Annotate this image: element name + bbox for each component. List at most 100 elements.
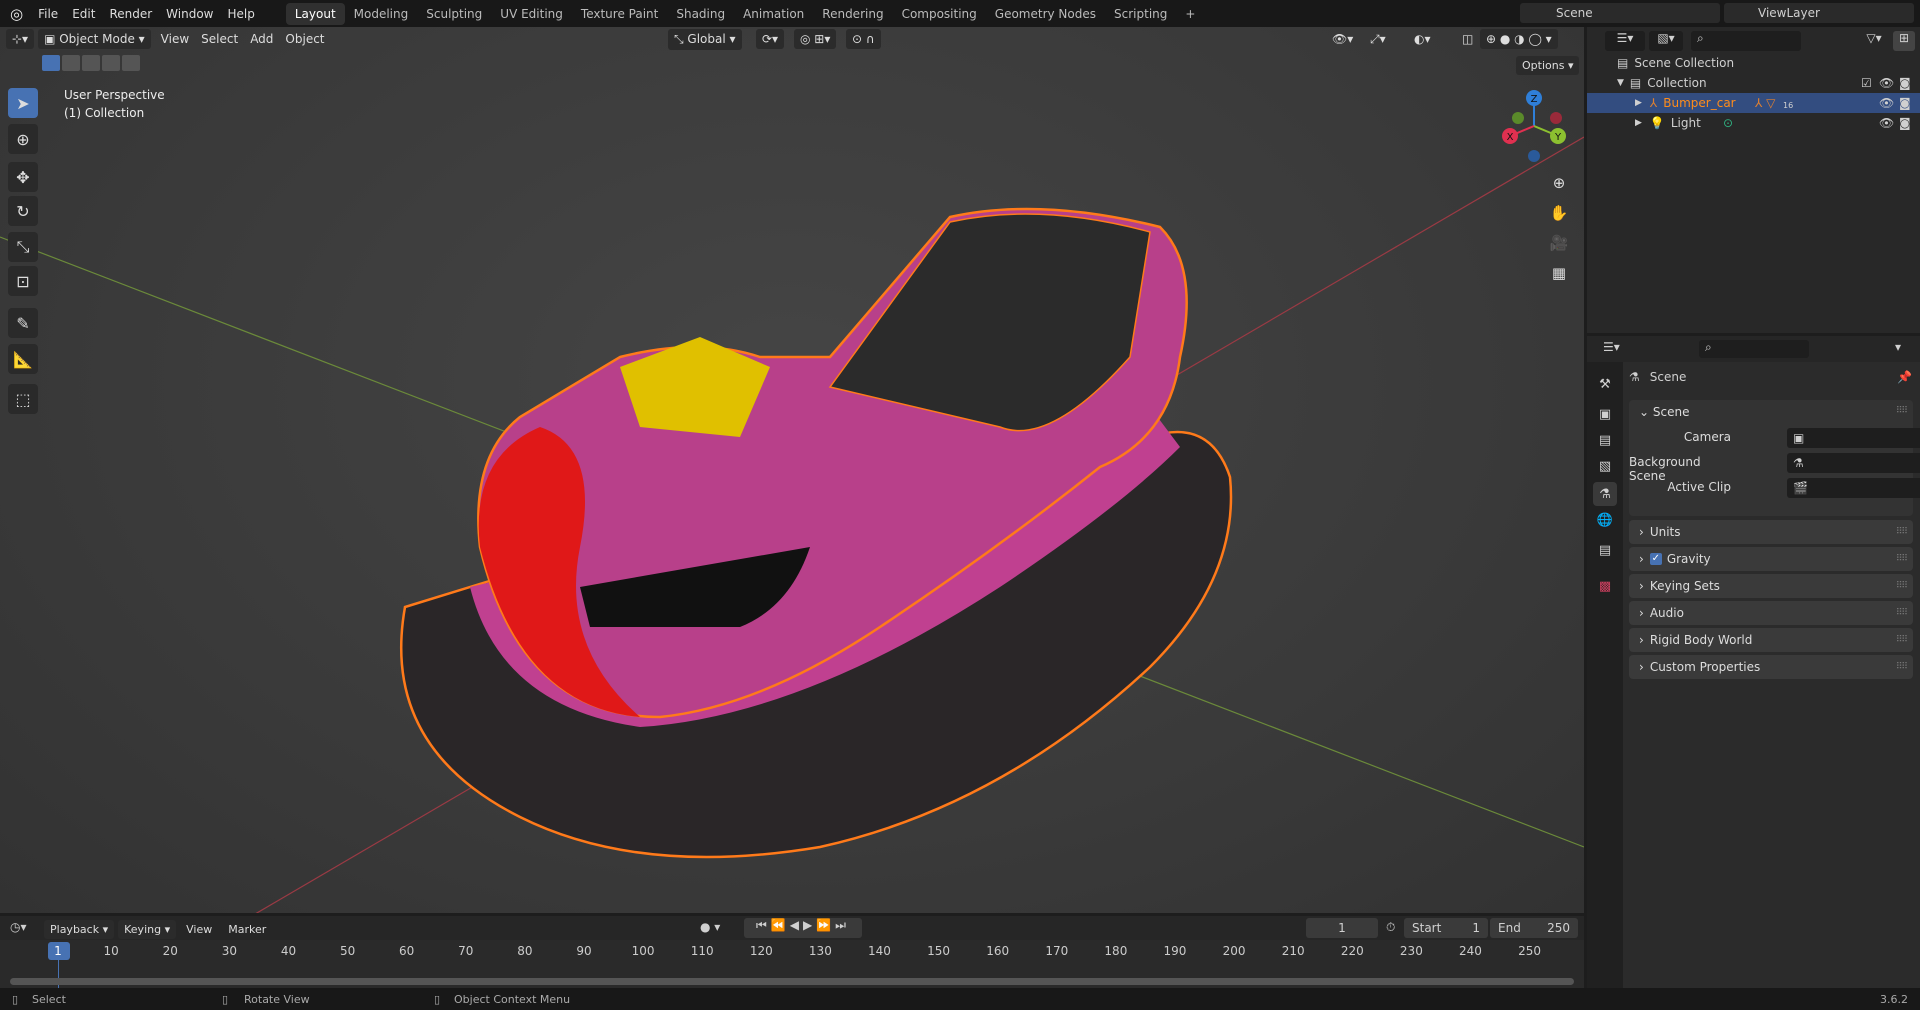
visibility-button[interactable]: 👁▾ (1326, 29, 1359, 49)
new-collection-button[interactable]: ⊞ (1893, 31, 1915, 51)
ortho-toggle-button[interactable]: ▦ (1546, 260, 1572, 286)
panel-audio[interactable]: › Audio ⠿⠿ (1629, 601, 1913, 625)
view-layer-tab[interactable]: ▧ (1593, 454, 1617, 478)
drag-handle-icon[interactable]: ⠿⠿ (1896, 635, 1908, 645)
rotate-tool[interactable]: ↻ (8, 196, 38, 226)
scene-selector[interactable]: Scene (1520, 3, 1720, 23)
collection-row[interactable]: ▼ ▤ Collection ☑ 👁 ◙ (1587, 73, 1920, 93)
zoom-view-button[interactable]: ⊕ (1546, 170, 1572, 196)
tab-compositing[interactable]: Compositing (893, 3, 986, 25)
menu-help[interactable]: Help (221, 7, 262, 21)
drag-handle-icon[interactable]: ⠿⠿ (1896, 406, 1908, 416)
tab-texture-paint[interactable]: Texture Paint (572, 3, 667, 25)
eye-icon[interactable]: 👁 (1879, 116, 1894, 130)
tab-layout[interactable]: Layout (285, 2, 345, 25)
select-invert-button[interactable] (102, 55, 120, 71)
panel-units[interactable]: › Units ⠿⠿ (1629, 520, 1913, 544)
options-dropdown[interactable]: ▾ (1895, 340, 1901, 354)
gizmo-button[interactable]: ⤢▾ (1364, 29, 1392, 50)
mode-selector[interactable]: ▣ Object Mode ▾ (38, 29, 151, 49)
properties-search-input[interactable]: ⌕ (1699, 340, 1809, 358)
editor-type-button[interactable]: ☰▾ (1603, 340, 1631, 358)
select-box-tool[interactable]: ➤ (8, 88, 38, 118)
camera-view-button[interactable]: 🎥 (1546, 230, 1572, 256)
proportional-edit-button[interactable]: ⊙ ∩ (846, 29, 881, 49)
exclude-checkbox[interactable]: ☑ (1861, 76, 1872, 90)
menu-object[interactable]: Object (279, 29, 330, 49)
render-tab[interactable]: ▣ (1593, 402, 1617, 426)
menu-edit[interactable]: Edit (65, 7, 102, 21)
annotate-tool[interactable]: ✎ (8, 308, 38, 338)
select-new-button[interactable] (42, 55, 60, 71)
gravity-checkbox[interactable]: ✓ (1649, 553, 1662, 565)
panel-gravity[interactable]: › ✓ Gravity ⠿⠿ (1629, 547, 1913, 571)
drag-handle-icon[interactable]: ⠿⠿ (1896, 608, 1908, 618)
orientation-selector[interactable]: ⤡ Global ▾ (668, 28, 742, 50)
view-layer-selector[interactable]: ViewLayer (1724, 3, 1914, 23)
panel-custom-properties[interactable]: › Custom Properties ⠿⠿ (1629, 655, 1913, 679)
drag-handle-icon[interactable]: ⠿⠿ (1896, 527, 1908, 537)
outliner-search-input[interactable]: ⌕ (1691, 31, 1801, 51)
select-subtract-button[interactable] (82, 55, 100, 71)
tab-scripting[interactable]: Scripting (1105, 3, 1176, 25)
menu-file[interactable]: File (31, 7, 65, 21)
shading-buttons[interactable]: ⊕ ● ◑ ◯ ▾ (1480, 29, 1558, 49)
outliner-item-light[interactable]: ▶ 💡 Light ⊙ 👁 ◙ (1587, 113, 1920, 133)
snap-button[interactable]: ◎ ⊞▾ (794, 29, 837, 49)
drag-handle-icon[interactable]: ⠿⠿ (1896, 581, 1908, 591)
render-camera-icon[interactable]: ◙ (1899, 96, 1911, 110)
select-extend-button[interactable] (62, 55, 80, 71)
panel-keying-sets[interactable]: › Keying Sets ⠿⠿ (1629, 574, 1913, 598)
tab-rendering[interactable]: Rendering (813, 3, 892, 25)
view-layer-button[interactable]: ▧▾ (1649, 31, 1683, 51)
tab-animation[interactable]: Animation (734, 3, 813, 25)
filter-button[interactable]: ▽▾ (1859, 31, 1889, 51)
pivot-button[interactable]: ⟳▾ (756, 29, 785, 49)
tab-[interactable]: + (1176, 3, 1204, 25)
scene-panel-header[interactable]: ⌄ Scene (1629, 400, 1913, 424)
background-scene-field[interactable]: ⚗ (1787, 453, 1920, 473)
tab-modeling[interactable]: Modeling (345, 3, 418, 25)
outliner-item-bumper-car[interactable]: ▶ ⅄ Bumper_car ⅄ ▽ 16 👁 ◙ (1587, 93, 1920, 113)
render-camera-icon[interactable]: ◙ (1899, 116, 1911, 130)
tool-tab[interactable]: ⚒ (1593, 372, 1617, 396)
frame-ruler[interactable]: 1 10 20 30 40 50 60 70 80 90 100 110 120 130 140 150 160… (0, 916, 1584, 976)
tab-sculpting[interactable]: Sculpting (417, 3, 491, 25)
transform-tool[interactable]: ⊡ (8, 266, 38, 296)
panel-rigid-body-world[interactable]: › Rigid Body World ⠿⠿ (1629, 628, 1913, 652)
active-clip-field[interactable]: 🎬 (1787, 478, 1920, 498)
measure-tool[interactable]: 📐 (8, 344, 38, 374)
world-tab[interactable]: 🌐 (1593, 508, 1617, 532)
xray-button[interactable]: ◫ (1456, 29, 1479, 49)
menu-select[interactable]: Select (195, 29, 244, 49)
menu-render[interactable]: Render (102, 7, 159, 21)
select-intersect-button[interactable] (122, 55, 140, 71)
menu-add[interactable]: Add (244, 29, 279, 49)
drag-handle-icon[interactable]: ⠿⠿ (1896, 662, 1908, 672)
navigation-gizmo[interactable]: Z Y X (1494, 86, 1574, 166)
menu-window[interactable]: Window (159, 7, 220, 21)
overlay-button[interactable]: ◐▾ (1408, 29, 1437, 49)
menu-view[interactable]: View (155, 29, 195, 49)
texture-tab[interactable]: ▩ (1593, 574, 1617, 598)
blender-logo-icon[interactable]: ◎ (0, 5, 31, 23)
collection-tab[interactable]: ▤ (1593, 538, 1617, 562)
cursor-tool[interactable]: ⊕ (8, 124, 38, 154)
eye-icon[interactable]: 👁 (1879, 96, 1894, 110)
tab-uv-editing[interactable]: UV Editing (491, 3, 572, 25)
options-button[interactable]: Options ▾ (1516, 56, 1580, 75)
scale-tool[interactable]: ⤡ (8, 232, 38, 262)
tab-geometry-nodes[interactable]: Geometry Nodes (986, 3, 1105, 25)
editor-type-button[interactable]: ⊹▾ (6, 29, 35, 49)
add-cube-tool[interactable]: ⬚ (8, 384, 38, 414)
move-tool[interactable]: ✥ (8, 162, 38, 192)
scene-tab[interactable]: ⚗ (1593, 482, 1617, 506)
drag-handle-icon[interactable]: ⠿⠿ (1896, 554, 1908, 564)
pin-icon[interactable]: 📌 (1897, 370, 1912, 384)
timeline-scrollbar[interactable] (10, 978, 1574, 985)
output-tab[interactable]: ▤ (1593, 428, 1617, 452)
scene-collection-row[interactable]: ▤ Scene Collection (1587, 53, 1920, 73)
camera-field[interactable]: ▣ (1787, 428, 1920, 448)
render-camera-icon[interactable]: ◙ (1899, 76, 1911, 90)
eye-icon[interactable]: 👁 (1879, 76, 1894, 90)
